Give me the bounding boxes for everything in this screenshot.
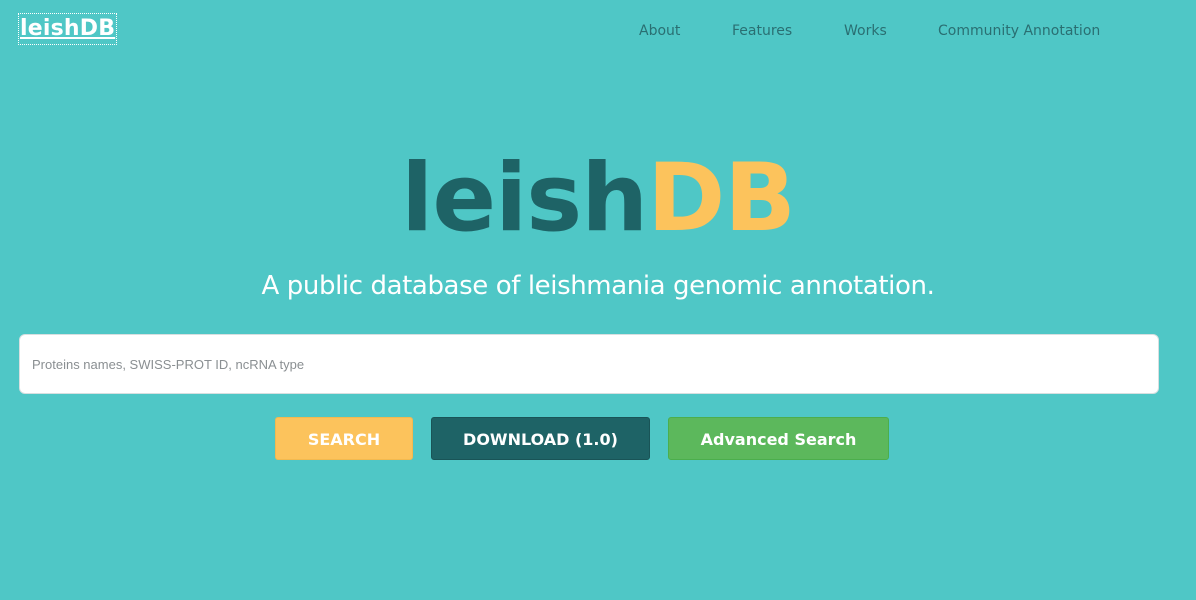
hero-tagline: A public database of leishmania genomic … xyxy=(261,271,935,301)
hero-title: leishDB xyxy=(0,143,1196,255)
nav-link-about[interactable]: About xyxy=(639,21,680,41)
nav-link-community-annotation[interactable]: Community Annotation xyxy=(938,21,1100,41)
nav-link-works[interactable]: Works xyxy=(844,21,887,41)
top-nav: About Features Works Community Annotatio… xyxy=(0,21,1196,43)
hero-title-part1: leish xyxy=(401,144,648,253)
search-button[interactable]: SEARCH xyxy=(275,417,413,460)
search-input[interactable] xyxy=(19,334,1159,394)
advanced-search-button[interactable]: Advanced Search xyxy=(668,417,889,460)
hero-title-part2: DB xyxy=(647,144,796,253)
nav-link-features[interactable]: Features xyxy=(732,21,792,41)
download-button[interactable]: DOWNLOAD (1.0) xyxy=(431,417,650,460)
